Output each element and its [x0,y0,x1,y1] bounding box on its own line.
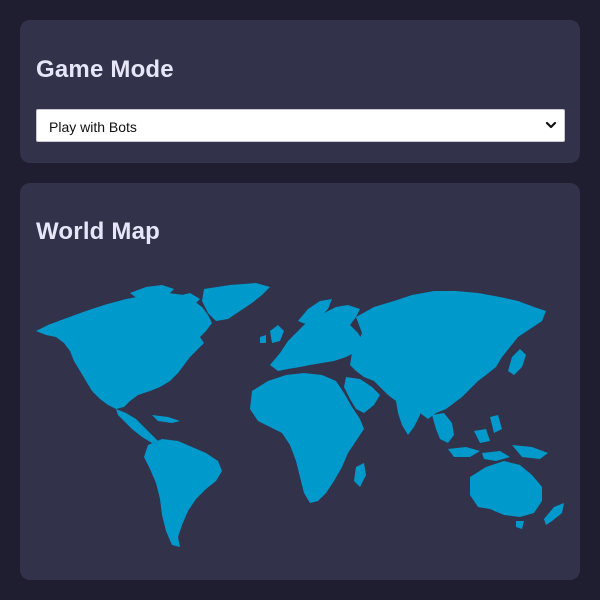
south-america-shape[interactable] [144,439,222,547]
chevron-down-icon [545,121,557,129]
southeast-asia-shape[interactable] [432,413,454,443]
greenland-shape[interactable] [202,283,270,321]
japan-shape[interactable] [508,349,526,375]
game-mode-selected-value: Play with Bots [49,119,137,135]
north-america-shape[interactable] [36,293,212,409]
game-mode-select[interactable]: Play with Bots [36,109,565,142]
world-map-land [36,283,564,547]
game-mode-title: Game Mode [36,56,174,83]
world-map-icon[interactable] [34,281,566,549]
new-zealand-shape[interactable] [544,503,564,525]
world-map-title: World Map [36,218,161,245]
madagascar-shape[interactable] [354,463,366,487]
world-map-panel: World Map [20,183,580,580]
australia-shape[interactable] [470,461,542,517]
game-mode-panel: Game Mode Play with Bots [20,20,580,163]
central-america-shape[interactable] [116,409,158,443]
new-guinea-shape[interactable] [512,445,548,459]
india-shape[interactable] [396,397,422,435]
